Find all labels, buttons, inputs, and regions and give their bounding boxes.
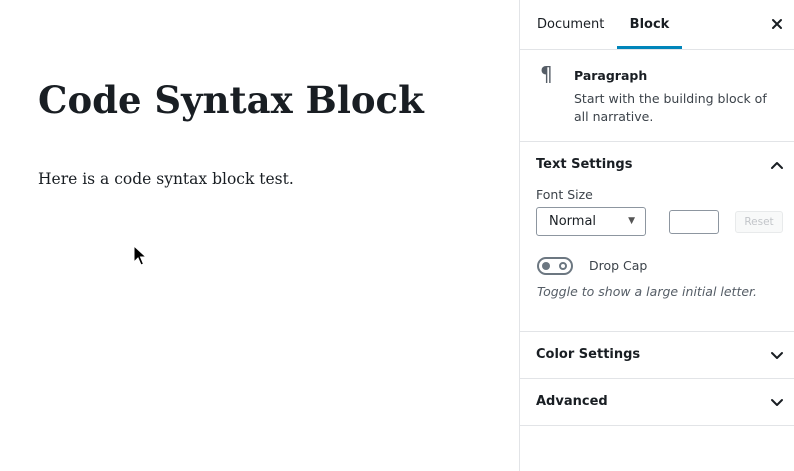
- block-description: Start with the building block of all nar…: [574, 91, 767, 124]
- advanced-panel[interactable]: Advanced: [520, 379, 794, 426]
- font-size-value: Normal: [549, 214, 597, 229]
- drop-cap-toggle[interactable]: [537, 257, 573, 275]
- text-settings-toggle[interactable]: Text Settings: [520, 142, 794, 189]
- block-name: Paragraph: [574, 68, 648, 83]
- post-title[interactable]: Code Syntax Block: [38, 78, 424, 122]
- font-size-select[interactable]: Normal ▼: [536, 207, 646, 236]
- editor-canvas[interactable]: Code Syntax Block Here is a code syntax …: [0, 0, 519, 471]
- chevron-up-icon: [771, 162, 783, 169]
- sidebar-tabs: Document Block: [520, 0, 794, 50]
- tab-document[interactable]: Document: [537, 0, 604, 49]
- settings-sidebar: Document Block ¶ Paragraph Start with th…: [519, 0, 794, 471]
- reset-button[interactable]: Reset: [735, 211, 783, 233]
- font-size-label: Font Size: [536, 187, 593, 202]
- panel-title: Color Settings: [536, 347, 641, 362]
- paragraph-icon: ¶: [540, 62, 553, 86]
- block-card: ¶ Paragraph Start with the building bloc…: [520, 50, 794, 142]
- color-settings-panel[interactable]: Color Settings: [520, 332, 794, 379]
- paragraph-block[interactable]: Here is a code syntax block test.: [38, 170, 294, 188]
- custom-font-size-input[interactable]: [669, 210, 719, 234]
- tab-block[interactable]: Block: [617, 0, 682, 49]
- text-settings-panel: Text Settings Font Size Normal ▼ Reset D…: [520, 142, 794, 332]
- chevron-down-icon: [771, 352, 783, 359]
- panel-title: Advanced: [536, 394, 608, 409]
- chevron-down-icon: [771, 399, 783, 406]
- drop-cap-help-text: Toggle to show a large initial letter.: [537, 284, 758, 299]
- drop-cap-label: Drop Cap: [589, 258, 648, 273]
- caret-down-icon: ▼: [628, 216, 635, 226]
- mouse-pointer-icon: [133, 245, 147, 266]
- close-icon[interactable]: [769, 16, 785, 32]
- panel-title: Text Settings: [536, 157, 633, 172]
